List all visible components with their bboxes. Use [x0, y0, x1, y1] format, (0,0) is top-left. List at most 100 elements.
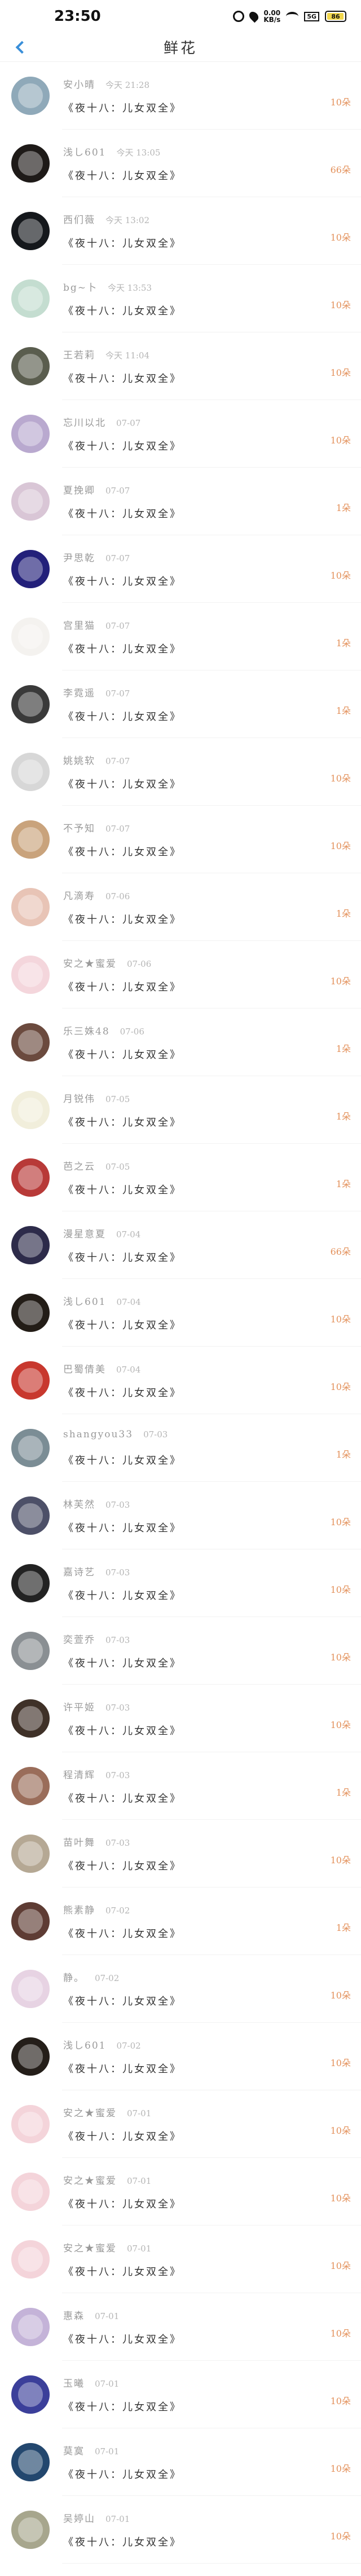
gift-record-row[interactable]: shangyou33 07-03 《夜十八：儿女双全》 1朵 [0, 1414, 361, 1482]
avatar[interactable] [11, 1361, 50, 1400]
gift-record-row[interactable]: 浅し601 07-02 《夜十八：儿女双全》 10朵 [0, 2023, 361, 2090]
avatar[interactable] [11, 1226, 50, 1264]
gift-record-row[interactable]: 巴蜀倩美 07-04 《夜十八：儿女双全》 10朵 [0, 1347, 361, 1414]
gift-record-row[interactable]: 惠森 07-01 《夜十八：儿女双全》 10朵 [0, 2293, 361, 2361]
avatar[interactable] [11, 2443, 50, 2481]
gift-record-row[interactable]: 李霓遥 07-07 《夜十八：儿女双全》 1朵 [0, 670, 361, 738]
avatar[interactable] [11, 1902, 50, 1940]
sender-name[interactable]: 林芙然 [63, 1496, 95, 1511]
gift-record-row[interactable]: 安之★蜜爱 07-06 《夜十八：儿女双全》 10朵 [0, 941, 361, 1009]
gift-record-row[interactable]: 芭之云 07-05 《夜十八：儿女双全》 1朵 [0, 1144, 361, 1211]
avatar[interactable] [11, 279, 50, 318]
sender-name[interactable]: 莫寞 [63, 2443, 85, 2457]
gift-record-row[interactable]: 静。 07-02 《夜十八：儿女双全》 10朵 [0, 1955, 361, 2023]
sender-name[interactable]: 安之★蜜爱 [63, 956, 117, 970]
sender-name[interactable]: 巴蜀倩美 [63, 1361, 106, 1375]
back-button[interactable] [12, 39, 29, 55]
avatar[interactable] [11, 1699, 50, 1738]
avatar[interactable] [11, 144, 50, 183]
avatar[interactable] [11, 1429, 50, 1467]
avatar[interactable] [11, 482, 50, 521]
gift-record-row[interactable]: 莫寞 07-01 《夜十八：儿女双全》 10朵 [0, 2428, 361, 2496]
avatar[interactable] [11, 77, 50, 115]
sender-name[interactable]: 嘉诗艺 [63, 1564, 95, 1578]
gift-record-row[interactable]: 不予知 07-07 《夜十八：儿女双全》 10朵 [0, 806, 361, 873]
sender-name[interactable]: 安小晴 [63, 77, 95, 91]
sender-name[interactable]: 吴婷山 [63, 2511, 95, 2525]
gift-record-row[interactable]: 宫里猫 07-07 《夜十八：儿女双全》 1朵 [0, 603, 361, 670]
gift-record-row[interactable]: 尹思乾 07-07 《夜十八：儿女双全》 10朵 [0, 535, 361, 603]
gift-record-row[interactable]: 浅し601 07-04 《夜十八：儿女双全》 10朵 [0, 1279, 361, 1347]
avatar[interactable] [11, 2240, 50, 2279]
sender-name[interactable]: 静。 [63, 1970, 85, 1984]
sender-name[interactable]: bg~卜 [63, 279, 98, 294]
sender-name[interactable]: 浅し601 [63, 144, 106, 158]
gift-record-row[interactable]: 林芙然 07-03 《夜十八：儿女双全》 10朵 [0, 1482, 361, 1549]
sender-name[interactable]: 芭之云 [63, 1158, 95, 1172]
sender-name[interactable]: 王若莉 [63, 347, 95, 361]
gift-record-row[interactable]: 安之★蜜爱 07-01 《夜十八：儿女双全》 10朵 [0, 2090, 361, 2158]
avatar[interactable] [11, 2308, 50, 2346]
sender-name[interactable]: 不予知 [63, 820, 95, 834]
gift-record-row[interactable]: 夏挽卿 07-07 《夜十八：儿女双全》 1朵 [0, 468, 361, 535]
gift-record-row[interactable]: 嘉诗艺 07-03 《夜十八：儿女双全》 10朵 [0, 1549, 361, 1617]
avatar[interactable] [11, 2037, 50, 2076]
avatar[interactable] [11, 1496, 50, 1535]
sender-name[interactable]: 忘川以北 [63, 415, 106, 429]
gift-record-row[interactable]: 苗叶舞 07-03 《夜十八：儿女双全》 10朵 [0, 1820, 361, 1887]
avatar[interactable] [11, 685, 50, 723]
sender-name[interactable]: 姚姚软 [63, 753, 95, 767]
avatar[interactable] [11, 1158, 50, 1197]
sender-name[interactable]: 乐三姝48 [63, 1023, 110, 1037]
gift-record-row[interactable]: 漫星意夏 07-04 《夜十八：儿女双全》 66朵 [0, 1211, 361, 1279]
avatar[interactable] [11, 1091, 50, 1129]
gift-record-row[interactable]: 姚姚软 07-07 《夜十八：儿女双全》 10朵 [0, 738, 361, 806]
sender-name[interactable]: 浅し601 [63, 1294, 106, 1308]
sender-name[interactable]: 安之★蜜爱 [63, 2173, 117, 2187]
avatar[interactable] [11, 1294, 50, 1332]
avatar[interactable] [11, 550, 50, 588]
gift-record-row[interactable]: 月锐伟 07-05 《夜十八：儿女双全》 1朵 [0, 1076, 361, 1144]
sender-name[interactable]: 夏挽卿 [63, 482, 95, 496]
sender-name[interactable]: 西们薇 [63, 212, 95, 226]
sender-name[interactable]: 凡滴寿 [63, 888, 95, 902]
sender-name[interactable]: 浅し601 [63, 2037, 106, 2051]
gift-record-row[interactable]: bg~卜 今天 13:53 《夜十八：儿女双全》 10朵 [0, 265, 361, 332]
gift-record-row[interactable]: 程清辉 07-03 《夜十八：儿女双全》 1朵 [0, 1752, 361, 1820]
sender-name[interactable]: 尹思乾 [63, 550, 95, 564]
avatar[interactable] [11, 1564, 50, 1602]
sender-name[interactable]: 安之★蜜爱 [63, 2240, 117, 2254]
avatar[interactable] [11, 2511, 50, 2549]
sender-name[interactable]: 月锐伟 [63, 1091, 95, 1105]
avatar[interactable] [11, 1835, 50, 1873]
avatar[interactable] [11, 888, 50, 926]
gift-record-row[interactable]: 熊素静 07-02 《夜十八：儿女双全》 1朵 [0, 1887, 361, 1955]
sender-name[interactable]: 玉曦 [63, 2375, 85, 2390]
avatar[interactable] [11, 347, 50, 385]
sender-name[interactable]: 程清辉 [63, 1767, 95, 1781]
avatar[interactable] [11, 1023, 50, 1062]
gift-record-row[interactable]: 凡滴寿 07-06 《夜十八：儿女双全》 1朵 [0, 873, 361, 941]
gift-record-row[interactable]: 浅し601 今天 13:05 《夜十八：儿女双全》 66朵 [0, 130, 361, 197]
sender-name[interactable]: shangyou33 [63, 1429, 133, 1440]
gift-record-row[interactable]: 吴婷山 07-01 《夜十八：儿女双全》 10朵 [0, 2496, 361, 2564]
avatar[interactable] [11, 415, 50, 453]
avatar[interactable] [11, 2375, 50, 2414]
gift-record-row[interactable]: 安之★蜜爱 07-01 《夜十八：儿女双全》 10朵 [0, 2226, 361, 2293]
avatar[interactable] [11, 956, 50, 994]
gift-record-row[interactable]: 西们薇 今天 13:02 《夜十八：儿女双全》 10朵 [0, 197, 361, 265]
sender-name[interactable]: 苗叶舞 [63, 1835, 95, 1849]
avatar[interactable] [11, 753, 50, 791]
gift-record-row[interactable]: 安小晴 今天 21:28 《夜十八：儿女双全》 10朵 [0, 62, 361, 130]
avatar[interactable] [11, 1767, 50, 1805]
avatar[interactable] [11, 1632, 50, 1670]
sender-name[interactable]: 安之★蜜爱 [63, 2105, 117, 2119]
sender-name[interactable]: 惠森 [63, 2308, 85, 2322]
avatar[interactable] [11, 212, 50, 250]
sender-name[interactable]: 许平姬 [63, 1699, 95, 1713]
avatar[interactable] [11, 2173, 50, 2211]
avatar[interactable] [11, 1970, 50, 2008]
gift-record-row[interactable]: 王若莉 今天 11:04 《夜十八：儿女双全》 10朵 [0, 332, 361, 400]
sender-name[interactable]: 漫星意夏 [63, 1226, 106, 1240]
sender-name[interactable]: 李霓遥 [63, 685, 95, 699]
